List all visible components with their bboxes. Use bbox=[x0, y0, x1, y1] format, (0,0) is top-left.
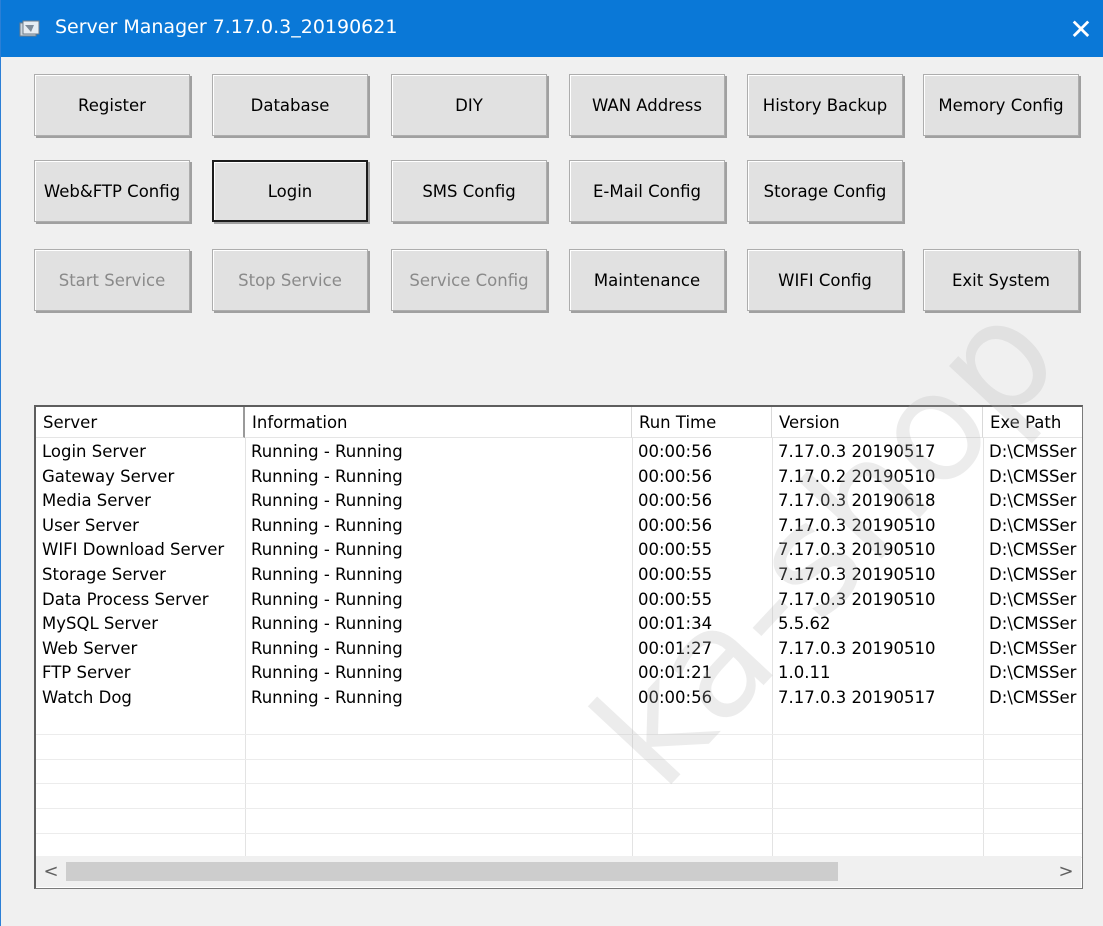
scroll-left-icon[interactable]: < bbox=[36, 856, 66, 887]
scroll-thumb[interactable] bbox=[66, 862, 838, 881]
column-header-run-time[interactable]: Run Time bbox=[632, 407, 772, 438]
table-cell: 7.17.0.3 20190510 bbox=[778, 589, 936, 609]
storage-config-button[interactable]: Storage Config bbox=[747, 160, 903, 222]
column-header-information[interactable]: Information bbox=[245, 407, 632, 438]
empty-row-line bbox=[36, 832, 1082, 834]
table-cell: 7.17.0.3 20190510 bbox=[778, 638, 936, 658]
table-cell: Media Server bbox=[42, 491, 151, 511]
sms-config-button[interactable]: SMS Config bbox=[391, 160, 547, 222]
table-cell: D:\CMSSer bbox=[989, 466, 1077, 486]
table-cell: 00:00:56 bbox=[638, 515, 713, 535]
table-cell: D:\CMSSer bbox=[989, 442, 1077, 461]
table-cell: User Server bbox=[42, 515, 139, 535]
table-cell: 7.17.0.3 20190510 bbox=[778, 515, 936, 535]
column-header-server[interactable]: Server bbox=[36, 407, 245, 438]
empty-row-line bbox=[36, 734, 1082, 736]
table-cell: 00:00:55 bbox=[638, 589, 713, 609]
table-cell: 00:00:56 bbox=[638, 466, 713, 486]
table-cell: 00:00:56 bbox=[638, 491, 713, 511]
table-cell: MySQL Server bbox=[42, 614, 159, 634]
column-header-exe-path[interactable]: Exe Path bbox=[983, 407, 1082, 438]
table-cell: 7.17.0.3 20190510 bbox=[778, 540, 936, 560]
table-cell: 00:01:27 bbox=[638, 638, 713, 658]
table-cell: D:\CMSSer bbox=[989, 589, 1077, 609]
scroll-right-icon[interactable]: > bbox=[1051, 856, 1081, 887]
wan-address-button[interactable]: WAN Address bbox=[569, 74, 725, 136]
table-cell: D:\CMSSer bbox=[989, 565, 1077, 584]
horizontal-scrollbar[interactable]: < > bbox=[36, 856, 1081, 887]
table-cell: 7.17.0.2 20190510 bbox=[778, 466, 936, 486]
table-cell: Running - Running bbox=[251, 638, 403, 658]
table-cell: FTP Server bbox=[42, 663, 131, 683]
table-cell: D:\CMSSer bbox=[989, 491, 1077, 511]
database-button[interactable]: Database bbox=[212, 74, 368, 136]
empty-row-line bbox=[36, 783, 1082, 785]
table-cell: Running - Running bbox=[251, 491, 403, 511]
table-cell: 7.17.0.3 20190510 bbox=[778, 565, 936, 584]
table-cell: Running - Running bbox=[251, 663, 403, 683]
table-cell: Login Server bbox=[42, 442, 146, 461]
table-cell: Gateway Server bbox=[42, 466, 175, 486]
table-cell: Running - Running bbox=[251, 442, 403, 461]
empty-row-line bbox=[36, 758, 1082, 760]
email-config-button[interactable]: E-Mail Config bbox=[569, 160, 725, 222]
start-service-button[interactable]: Start Service bbox=[34, 249, 190, 311]
table-cell: D:\CMSSer bbox=[989, 614, 1077, 634]
login-button[interactable]: Login bbox=[212, 160, 368, 222]
table-cell: Running - Running bbox=[251, 515, 403, 535]
exit-system-button[interactable]: Exit System bbox=[923, 249, 1079, 311]
table-cell: Storage Server bbox=[42, 565, 166, 584]
table-cell: 7.17.0.3 20190618 bbox=[778, 491, 936, 511]
table-cell: D:\CMSSer bbox=[989, 638, 1077, 658]
table-cell: Running - Running bbox=[251, 688, 403, 707]
window-title: Server Manager 7.17.0.3_20190621 bbox=[55, 16, 398, 38]
table-cell: 00:00:56 bbox=[638, 688, 713, 707]
app-icon bbox=[19, 20, 40, 37]
table-cell: D:\CMSSer bbox=[989, 663, 1077, 683]
memory-config-button[interactable]: Memory Config bbox=[923, 74, 1079, 136]
table-cell: 1.0.11 bbox=[778, 663, 831, 683]
table-cell: Running - Running bbox=[251, 565, 403, 584]
column-header-version[interactable]: Version bbox=[772, 407, 983, 438]
table-cell: 00:01:21 bbox=[638, 663, 713, 683]
table-cell: 00:00:56 bbox=[638, 442, 713, 461]
table-cell: Watch Dog bbox=[42, 688, 132, 707]
close-icon[interactable]: ✕ bbox=[1061, 8, 1101, 50]
table-cell: D:\CMSSer bbox=[989, 515, 1077, 535]
table-cell: 7.17.0.3 20190517 bbox=[778, 442, 936, 461]
table-cell: Running - Running bbox=[251, 614, 403, 634]
table-cell: Web Server bbox=[42, 638, 138, 658]
wifi-config-button[interactable]: WIFI Config bbox=[747, 249, 903, 311]
empty-row-line bbox=[36, 808, 1082, 809]
title-bar[interactable]: Server Manager 7.17.0.3_20190621 ✕ bbox=[1, 0, 1103, 57]
maintenance-button[interactable]: Maintenance bbox=[569, 249, 725, 311]
table-cell: 5.5.62 bbox=[778, 614, 831, 634]
web-ftp-config-button[interactable]: Web&FTP Config bbox=[34, 160, 190, 222]
server-list[interactable]: Server Information Run Time Version Exe … bbox=[34, 405, 1083, 889]
table-cell: 7.17.0.3 20190517 bbox=[778, 688, 936, 707]
stop-service-button[interactable]: Stop Service bbox=[212, 249, 368, 311]
table-cell: D:\CMSSer bbox=[989, 688, 1077, 707]
diy-button[interactable]: DIY bbox=[391, 74, 547, 136]
table-cell: 00:00:55 bbox=[638, 565, 713, 584]
table-cell: WIFI Download Server bbox=[42, 540, 225, 560]
table-cell: D:\CMSSer bbox=[989, 540, 1077, 560]
table-cell: Running - Running bbox=[251, 540, 403, 560]
history-backup-button[interactable]: History Backup bbox=[747, 74, 903, 136]
list-header: Server Information Run Time Version Exe … bbox=[36, 407, 1082, 438]
table-cell: Running - Running bbox=[251, 589, 403, 609]
table-cell: 00:00:55 bbox=[638, 540, 713, 560]
table-cell: 00:01:34 bbox=[638, 614, 713, 634]
server-manager-window: Server Manager 7.17.0.3_20190621 ✕ Regis… bbox=[0, 0, 1103, 926]
table-cell: Data Process Server bbox=[42, 589, 209, 609]
register-button[interactable]: Register bbox=[34, 74, 190, 136]
table-cell: Running - Running bbox=[251, 466, 403, 486]
service-config-button[interactable]: Service Config bbox=[391, 249, 547, 311]
